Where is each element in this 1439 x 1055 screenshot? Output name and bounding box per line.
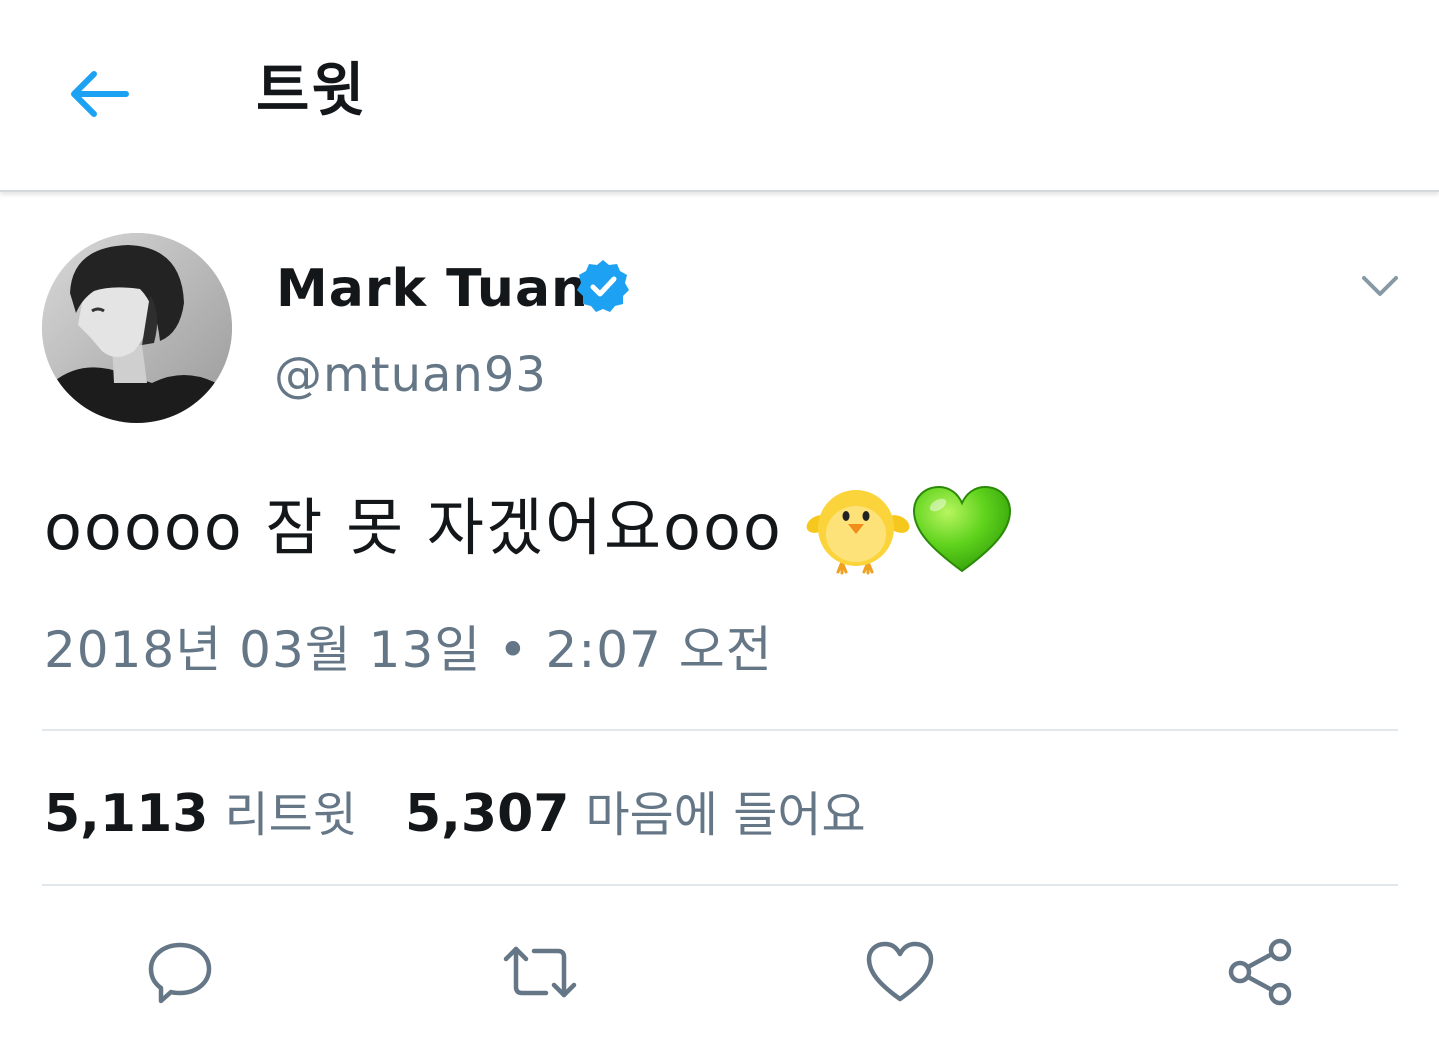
back-button[interactable] — [62, 60, 134, 128]
green-heart-emoji — [912, 485, 1012, 573]
retweet-icon — [503, 946, 577, 998]
retweets-label: 리트윗 — [224, 787, 357, 843]
retweets-stat[interactable]: 5,113 리트윗 — [44, 775, 357, 845]
like-button[interactable] — [860, 932, 940, 1012]
share-button[interactable] — [1220, 932, 1300, 1012]
tweet-options-button[interactable] — [1356, 262, 1404, 310]
avatar[interactable] — [42, 233, 232, 423]
verified-badge-icon — [577, 260, 629, 312]
likes-label: 마음에 들어요 — [585, 787, 866, 843]
reply-button[interactable] — [140, 932, 220, 1012]
retweet-button[interactable] — [500, 932, 580, 1012]
tweet-stats: 5,113 리트윗 5,307 마음에 들어요 — [44, 774, 866, 846]
author-handle[interactable]: @mtuan93 — [274, 340, 547, 410]
arrow-left-icon — [71, 71, 129, 117]
likes-stat[interactable]: 5,307 마음에 들어요 — [405, 775, 866, 845]
page-title: 트윗 — [256, 56, 367, 124]
divider — [42, 884, 1398, 886]
divider — [42, 729, 1398, 731]
reply-icon — [148, 942, 212, 1004]
profile-photo — [42, 233, 232, 423]
top-app-bar: 트윗 — [0, 0, 1439, 192]
author-display-name[interactable]: Mark Tuan — [276, 254, 589, 324]
tweet-text: ooooo 잠 못 자겠어요ooo — [44, 491, 783, 564]
chevron-down-icon — [1362, 276, 1398, 296]
chick-emoji — [806, 490, 910, 575]
share-icon — [1228, 938, 1292, 1006]
retweets-count: 5,113 — [44, 784, 209, 844]
likes-count: 5,307 — [404, 784, 570, 844]
heart-icon — [866, 941, 934, 1002]
tweet-timestamp[interactable]: 2018년 03월 13일 • 2:07 오전 — [44, 616, 773, 684]
